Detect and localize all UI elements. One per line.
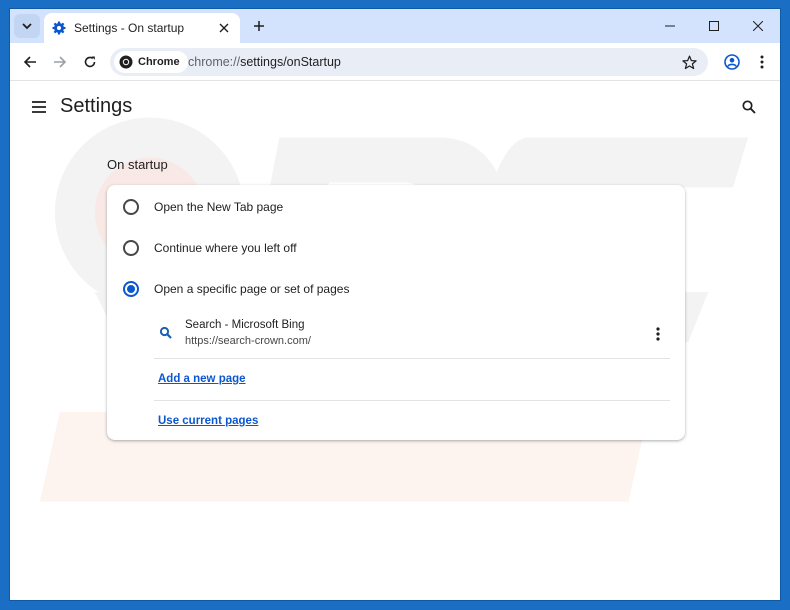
chrome-logo-icon <box>119 55 133 69</box>
site-info-chip[interactable]: Chrome <box>114 51 188 73</box>
page-title: Settings <box>60 95 133 117</box>
divider <box>154 400 670 401</box>
reload-button[interactable] <box>78 50 102 74</box>
tab-strip: Settings - On startup <box>10 9 780 43</box>
option-label: Open the New Tab page <box>154 200 284 214</box>
profile-icon <box>724 54 740 70</box>
radio-button[interactable] <box>123 240 139 256</box>
browser-menu-button[interactable] <box>750 50 774 74</box>
tab-search-button[interactable] <box>14 14 40 38</box>
search-icon <box>159 326 172 339</box>
settings-page: Settings On startup Open the New Tab pag… <box>10 82 780 600</box>
maximize-button[interactable] <box>692 9 736 43</box>
maximize-icon <box>709 21 719 31</box>
use-current-pages-link[interactable]: Use current pages <box>158 415 258 427</box>
option-label: Open a specific page or set of pages <box>154 282 350 296</box>
add-new-page-link[interactable]: Add a new page <box>158 373 246 385</box>
minimize-icon <box>665 25 675 27</box>
settings-search-button[interactable] <box>738 96 760 118</box>
startup-page-entry: Search - Microsoft Bing https://search-c… <box>154 313 670 357</box>
url-scheme: chrome:// <box>188 55 241 69</box>
minimize-button[interactable] <box>648 9 692 43</box>
tab-title: Settings - On startup <box>74 21 185 35</box>
radio-button-checked[interactable] <box>123 281 139 297</box>
forward-arrow-icon <box>54 56 67 68</box>
divider <box>154 358 670 359</box>
browser-window: Settings - On startup Chrome chrome://se… <box>9 8 781 601</box>
back-arrow-icon <box>23 56 36 68</box>
close-icon <box>753 21 763 31</box>
option-specific-pages[interactable]: Open a specific page or set of pages <box>107 269 685 309</box>
window-controls <box>648 9 780 43</box>
url-text: chrome://settings/onStartup <box>188 55 341 69</box>
forward-button[interactable] <box>48 50 72 74</box>
kebab-menu-icon <box>760 55 764 69</box>
option-label: Continue where you left off <box>154 241 297 255</box>
chip-label: Chrome <box>138 56 180 68</box>
plus-icon <box>254 21 264 31</box>
hamburger-menu-icon <box>32 101 46 113</box>
back-button[interactable] <box>18 50 42 74</box>
url-path: settings/onStartup <box>240 55 341 69</box>
tab-close-button[interactable] <box>216 20 232 36</box>
startup-options-card: Open the New Tab page Continue where you… <box>107 185 685 440</box>
bookmark-button[interactable] <box>677 50 701 74</box>
search-icon <box>742 100 756 114</box>
option-new-tab[interactable]: Open the New Tab page <box>107 187 685 227</box>
browser-toolbar: Chrome chrome://settings/onStartup <box>10 43 780 81</box>
reload-icon <box>84 56 96 68</box>
page-actions-button[interactable] <box>648 323 668 345</box>
close-icon <box>219 23 229 33</box>
close-window-button[interactable] <box>736 9 780 43</box>
active-tab[interactable]: Settings - On startup <box>44 13 240 43</box>
startup-page-url: https://search-crown.com/ <box>185 335 311 347</box>
settings-gear-icon <box>52 21 66 35</box>
address-bar[interactable]: Chrome chrome://settings/onStartup <box>110 48 708 76</box>
kebab-menu-icon <box>656 327 660 341</box>
star-icon <box>681 55 697 69</box>
profile-button[interactable] <box>720 50 744 74</box>
radio-button[interactable] <box>123 199 139 215</box>
chevron-down-icon <box>22 23 32 30</box>
section-title: On startup <box>107 157 168 172</box>
option-continue[interactable]: Continue where you left off <box>107 228 685 268</box>
settings-header: Settings <box>10 82 780 132</box>
startup-page-title: Search - Microsoft Bing <box>185 319 305 331</box>
settings-menu-button[interactable] <box>28 96 50 118</box>
new-tab-button[interactable] <box>248 15 270 37</box>
